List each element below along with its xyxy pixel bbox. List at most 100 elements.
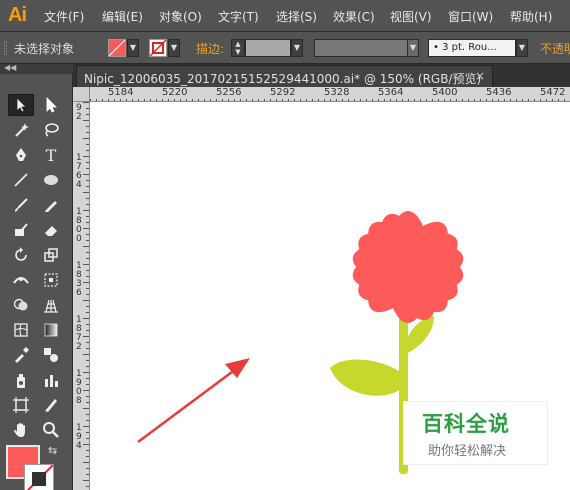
stroke-weight-input[interactable] — [245, 39, 291, 57]
ruler-label: 5184 — [108, 87, 134, 98]
watermark-badge: 百科全说 助你轻松解决 — [403, 401, 548, 465]
artboard-icon — [13, 397, 29, 413]
document-tab-bar: Nipic_12006035_20170215152529441000.ai* … — [0, 64, 570, 87]
menu-bar: Ai 文件(F) 编辑(E) 对象(O) 文字(T) 选择(S) 效果(C) 视… — [0, 0, 570, 32]
panel-gripper[interactable] — [4, 41, 7, 55]
brush-definition-field[interactable]: • 3 pt. Rou... — [428, 39, 516, 57]
eyedropper-tool[interactable] — [8, 344, 34, 366]
fill-color-swatch[interactable] — [108, 39, 126, 57]
menu-view[interactable]: 视图(V) — [390, 8, 432, 25]
ruler-label: 92 — [76, 103, 82, 122]
variable-width-profile[interactable] — [314, 39, 408, 57]
artboard-tool[interactable] — [8, 394, 34, 416]
slice-knife-icon — [45, 399, 57, 412]
flower-petals[interactable] — [349, 207, 468, 327]
ruler-label: 5220 — [162, 87, 188, 98]
type-tool[interactable]: T — [38, 144, 64, 166]
ruler-label: 5472 — [540, 87, 566, 98]
pencil-tool[interactable] — [38, 194, 64, 216]
pencil-icon — [45, 201, 57, 212]
ruler-label: 1908 — [76, 369, 82, 406]
stroke-color-swatch[interactable] — [149, 39, 167, 57]
pen-tool[interactable] — [8, 144, 34, 166]
magic-wand-icon — [15, 123, 29, 137]
brush-definition-dropdown[interactable]: ▼ — [516, 39, 528, 57]
width-tool[interactable] — [8, 269, 34, 291]
menu-help[interactable]: 帮助(H) — [510, 8, 552, 25]
slice-tool[interactable] — [38, 394, 64, 416]
ruler-label: 1836 — [76, 261, 82, 298]
blob-brush-tool[interactable] — [8, 219, 34, 241]
mesh-tool[interactable] — [8, 319, 34, 341]
direct-selection-tool[interactable] — [38, 94, 64, 116]
menu-select[interactable]: 选择(S) — [276, 8, 317, 25]
close-tab-icon[interactable]: × — [475, 69, 485, 83]
magnifier-icon — [43, 422, 59, 438]
ruler-label: 5328 — [324, 87, 350, 98]
free-transform-icon — [44, 273, 58, 287]
stroke-label[interactable]: 描边: — [196, 40, 224, 57]
stroke-dropdown-arrow[interactable]: ▼ — [168, 39, 180, 57]
horizontal-ruler[interactable]: 5184 5220 5256 5292 5328 5364 5400 5436 … — [90, 87, 570, 102]
swap-fill-stroke-icon[interactable]: ⇆ — [48, 444, 57, 457]
tools-panel-header[interactable]: ◀◀ — [0, 63, 73, 74]
document-tab[interactable]: Nipic_12006035_20170215152529441000.ai* … — [76, 65, 493, 87]
ruler-label: 5292 — [270, 87, 296, 98]
ruler-label: 5256 — [216, 87, 242, 98]
free-transform-tool[interactable] — [38, 269, 64, 291]
gradient-icon — [44, 323, 58, 337]
ruler-label: 1764 — [76, 153, 82, 190]
blend-tool[interactable] — [38, 344, 64, 366]
line-segment-tool[interactable] — [8, 169, 34, 191]
stroke-weight-stepper[interactable]: ▲ ▼ — [231, 39, 245, 57]
menu-effect[interactable]: 效果(C) — [333, 8, 375, 25]
ruler-corner[interactable] — [73, 87, 90, 102]
shape-builder-tool[interactable] — [8, 294, 34, 316]
ruler-label: 1872 — [76, 315, 82, 352]
lasso-tool[interactable] — [38, 119, 64, 141]
line-segment-icon — [14, 173, 28, 187]
flower-leaf-left[interactable] — [330, 359, 403, 396]
collapse-arrows-icon[interactable]: ◀◀ — [4, 63, 16, 72]
menu-file[interactable]: 文件(F) — [44, 8, 84, 25]
watermark-title: 百科全说 — [422, 412, 510, 436]
menu-window[interactable]: 窗口(W) — [448, 8, 493, 25]
width-tool-icon — [13, 277, 29, 284]
paintbrush-icon — [15, 198, 28, 212]
fill-dropdown-arrow[interactable]: ▼ — [127, 39, 139, 57]
paintbrush-tool[interactable] — [8, 194, 34, 216]
magic-wand-tool[interactable] — [8, 119, 34, 141]
scale-icon — [44, 248, 58, 262]
selection-tool[interactable] — [8, 94, 34, 116]
variable-width-dropdown[interactable]: ▼ — [407, 39, 419, 57]
symbol-sprayer-tool[interactable] — [8, 369, 34, 391]
blob-brush-icon — [15, 223, 28, 236]
fill-none-slash-icon — [108, 39, 126, 57]
perspective-grid-tool[interactable] — [38, 294, 64, 316]
gradient-tool[interactable] — [38, 319, 64, 341]
ruler-label: 1800 — [76, 207, 82, 244]
rotate-tool[interactable] — [8, 244, 34, 266]
eraser-tool[interactable] — [38, 219, 64, 241]
ellipse-tool[interactable] — [38, 169, 64, 191]
vertical-ruler[interactable]: 92 1764 1800 1836 1872 1908 194 — [73, 102, 90, 490]
scale-tool[interactable] — [38, 244, 64, 266]
rotate-icon — [15, 247, 27, 261]
menu-object[interactable]: 对象(O) — [159, 8, 202, 25]
control-bar: 未选择对象 ▼ ▼ 描边: ▲ ▼ ▼ ▼ • 3 pt. Rou... ▼ 不透… — [0, 32, 570, 64]
opacity-label[interactable]: 不透明 — [540, 40, 570, 57]
symbol-sprayer-icon — [17, 374, 25, 388]
menu-type[interactable]: 文字(T) — [218, 8, 259, 25]
menu-edit[interactable]: 编辑(E) — [102, 8, 143, 25]
stroke-color-box[interactable] — [24, 464, 54, 490]
ruler-label: 194 — [76, 423, 82, 451]
hand-icon — [14, 423, 25, 437]
ellipse-icon — [44, 175, 58, 185]
column-graph-tool[interactable] — [38, 369, 64, 391]
ruler-label: 5364 — [378, 87, 404, 98]
hand-tool[interactable] — [8, 419, 34, 441]
lasso-icon — [45, 123, 59, 137]
zoom-tool[interactable] — [38, 419, 64, 441]
annotation-arrow — [137, 358, 250, 444]
stroke-weight-dropdown[interactable]: ▼ — [291, 39, 303, 57]
